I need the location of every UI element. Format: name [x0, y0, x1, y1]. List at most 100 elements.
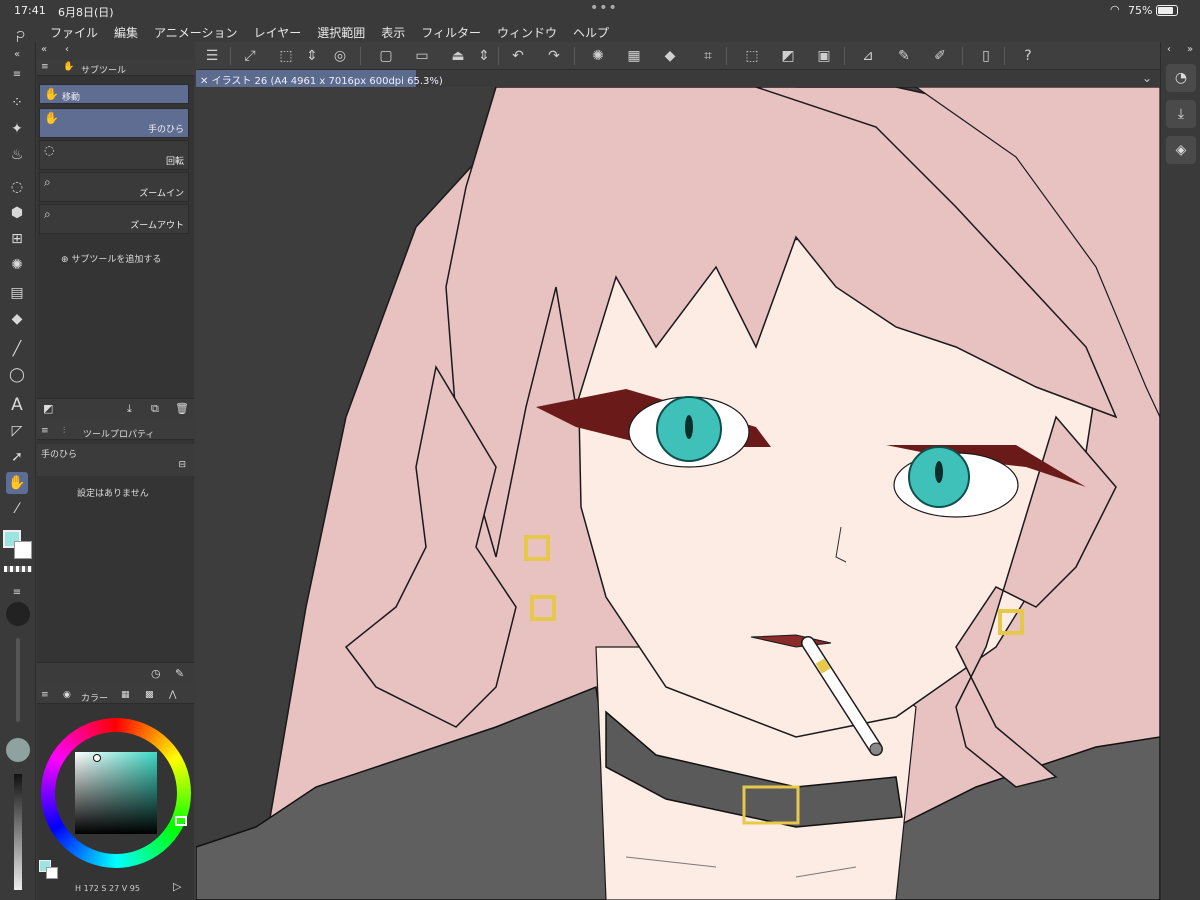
- eyedropper-icon[interactable]: ⁄: [6, 498, 28, 520]
- document-tab[interactable]: ✕ イラスト 26 (A4 4961 x 7016px 600dpi 65.3%…: [196, 70, 443, 87]
- balloon-tool-icon[interactable]: ◯: [6, 364, 28, 386]
- add-subtool-label: サブツールを追加する: [71, 255, 162, 265]
- brush-size-dot[interactable]: [6, 602, 30, 626]
- line-tool-icon[interactable]: ╱: [6, 338, 28, 360]
- clear-icon[interactable]: ▦: [624, 46, 644, 66]
- blend-tool-icon[interactable]: ♨: [6, 144, 28, 166]
- reset-icon[interactable]: ◷: [151, 667, 161, 680]
- fill-tool-icon[interactable]: ◆: [6, 308, 28, 330]
- menu-help[interactable]: ヘルプ: [573, 24, 609, 41]
- object-tool-icon[interactable]: ⬢: [6, 202, 28, 224]
- tool-name: 手のひら: [41, 450, 78, 460]
- chevron-left-icon[interactable]: ‹: [65, 44, 69, 55]
- trash-icon[interactable]: 🗑: [175, 402, 189, 415]
- help-icon[interactable]: ?: [1018, 46, 1038, 66]
- drag-handle-icon[interactable]: ≡: [41, 62, 49, 72]
- pen-icon[interactable]: ✐: [930, 46, 950, 66]
- opacity-slider[interactable]: [14, 774, 22, 890]
- multitask-dots[interactable]: •••: [590, 0, 618, 16]
- layer-button[interactable]: ◈: [1166, 136, 1196, 164]
- palette-tab-icon[interactable]: ▩: [145, 690, 154, 700]
- subtool-item-hand[interactable]: ✋ 手のひら: [39, 108, 189, 138]
- status-bar: 17:41 6月8日(日) ••• ◠ 75%: [0, 0, 1200, 20]
- crop-icon[interactable]: ⌗: [698, 46, 718, 66]
- color-wheel-tab-icon[interactable]: ◉: [63, 690, 71, 700]
- close-tab-icon[interactable]: ✕: [200, 76, 208, 87]
- collapse-panel-icon[interactable]: «: [41, 44, 47, 55]
- lock-icon[interactable]: ⊟: [178, 460, 186, 470]
- saturation-value-square[interactable]: [75, 752, 157, 834]
- stepper-icon-2[interactable]: ⇕: [474, 46, 494, 66]
- redo-icon[interactable]: ↷: [544, 46, 564, 66]
- magic-wand-icon[interactable]: ✺: [6, 254, 28, 276]
- menu-layer[interactable]: レイヤー: [254, 24, 302, 41]
- hamburger-menu-icon[interactable]: ☰: [202, 46, 222, 66]
- frame-tool-icon[interactable]: ⊞: [6, 228, 28, 250]
- transparent-swatch[interactable]: [4, 566, 32, 572]
- hand-icon: ✋: [44, 87, 59, 101]
- gradient-tool-icon[interactable]: ▤: [6, 282, 28, 304]
- drag-handle-icon[interactable]: ≡: [41, 690, 49, 700]
- collapse-left-icon[interactable]: «: [6, 44, 28, 66]
- save-icon[interactable]: ⏏: [448, 46, 468, 66]
- subtool-settings-icon[interactable]: ◩: [43, 402, 53, 415]
- color-picker-cursor[interactable]: [93, 754, 101, 762]
- menu-filter[interactable]: フィルター: [421, 24, 481, 41]
- menu-animation[interactable]: アニメーション: [154, 24, 238, 41]
- stepper-icon[interactable]: ⇕: [302, 46, 322, 66]
- hand-tool-icon[interactable]: ✋: [6, 472, 28, 494]
- duplicate-icon[interactable]: ⧉: [151, 402, 159, 416]
- record-icon[interactable]: ◎: [330, 46, 350, 66]
- collapse-right-icon[interactable]: ‹: [1167, 44, 1171, 55]
- new-file-icon[interactable]: ▢: [376, 46, 396, 66]
- drag-handle-icon[interactable]: ≡: [6, 64, 28, 86]
- menu-file[interactable]: ファイル: [50, 24, 98, 41]
- expand-right-icon[interactable]: »: [1187, 44, 1193, 55]
- menu-window[interactable]: ウィンドウ: [497, 24, 557, 41]
- transform-icon[interactable]: ⬚: [276, 46, 296, 66]
- navigator-button[interactable]: ◔: [1166, 64, 1196, 92]
- ruler-icon[interactable]: ⊿: [858, 46, 878, 66]
- menu-edit[interactable]: 編集: [114, 24, 138, 41]
- fill-icon[interactable]: ◆: [660, 46, 680, 66]
- select-all-icon[interactable]: ▣: [814, 46, 834, 66]
- sub-color-swatch[interactable]: [14, 541, 32, 559]
- canvas[interactable]: [196, 87, 1160, 900]
- chevron-down-icon[interactable]: ⌄: [1142, 71, 1152, 85]
- loading-icon[interactable]: ✺: [588, 46, 608, 66]
- color-set-tab-icon[interactable]: ▦: [121, 690, 130, 700]
- add-subtool-button[interactable]: ⊕ サブツールを追加する: [61, 252, 161, 265]
- subtool-panel-header: ≡ ✋ サブツール: [37, 60, 194, 76]
- menu-view[interactable]: 表示: [381, 24, 405, 41]
- device-icon[interactable]: ▯: [976, 46, 996, 66]
- lasso-tool-icon[interactable]: ◌: [6, 176, 28, 198]
- subtool-group-move[interactable]: ✋ 移動: [39, 84, 189, 104]
- text-tool-icon[interactable]: A: [6, 394, 28, 416]
- invert-selection-icon[interactable]: ◩: [778, 46, 798, 66]
- undo-icon[interactable]: ↶: [508, 46, 528, 66]
- subtool-item-zoom-in[interactable]: ⌕ ズームイン: [39, 172, 189, 202]
- open-folder-icon[interactable]: ▭: [412, 46, 432, 66]
- deselect-icon[interactable]: ⬚: [742, 46, 762, 66]
- drag-handle-icon[interactable]: ≡: [41, 426, 49, 436]
- brush-size-slider[interactable]: [16, 638, 20, 722]
- sparkle-tool-icon[interactable]: ✦: [6, 118, 28, 140]
- operation-tool-icon[interactable]: ➚: [6, 446, 28, 468]
- divider: [574, 47, 575, 65]
- opacity-dot[interactable]: [6, 738, 30, 762]
- slider-settings-icon[interactable]: ≡: [6, 582, 28, 604]
- brush-icon[interactable]: ✎: [894, 46, 914, 66]
- material-button[interactable]: ⤓: [1166, 100, 1196, 128]
- color-history-tab-icon[interactable]: ⋀: [169, 690, 176, 700]
- spray-tool-icon[interactable]: ⁘: [6, 92, 28, 114]
- sub-color-mini-swatch[interactable]: [46, 867, 58, 879]
- subtool-item-rotate[interactable]: ◌ 回転: [39, 140, 189, 170]
- hue-cursor[interactable]: [175, 816, 187, 826]
- fit-canvas-icon[interactable]: ⤢: [240, 46, 260, 66]
- subtool-item-zoom-out[interactable]: ⌕ ズームアウト: [39, 204, 189, 234]
- import-icon[interactable]: ⤓: [127, 402, 132, 416]
- menu-selection[interactable]: 選択範囲: [317, 24, 365, 41]
- ruler-tool-icon[interactable]: ◸: [6, 420, 28, 442]
- play-icon[interactable]: ▷: [173, 880, 181, 893]
- wrench-icon[interactable]: ✎: [175, 667, 184, 680]
